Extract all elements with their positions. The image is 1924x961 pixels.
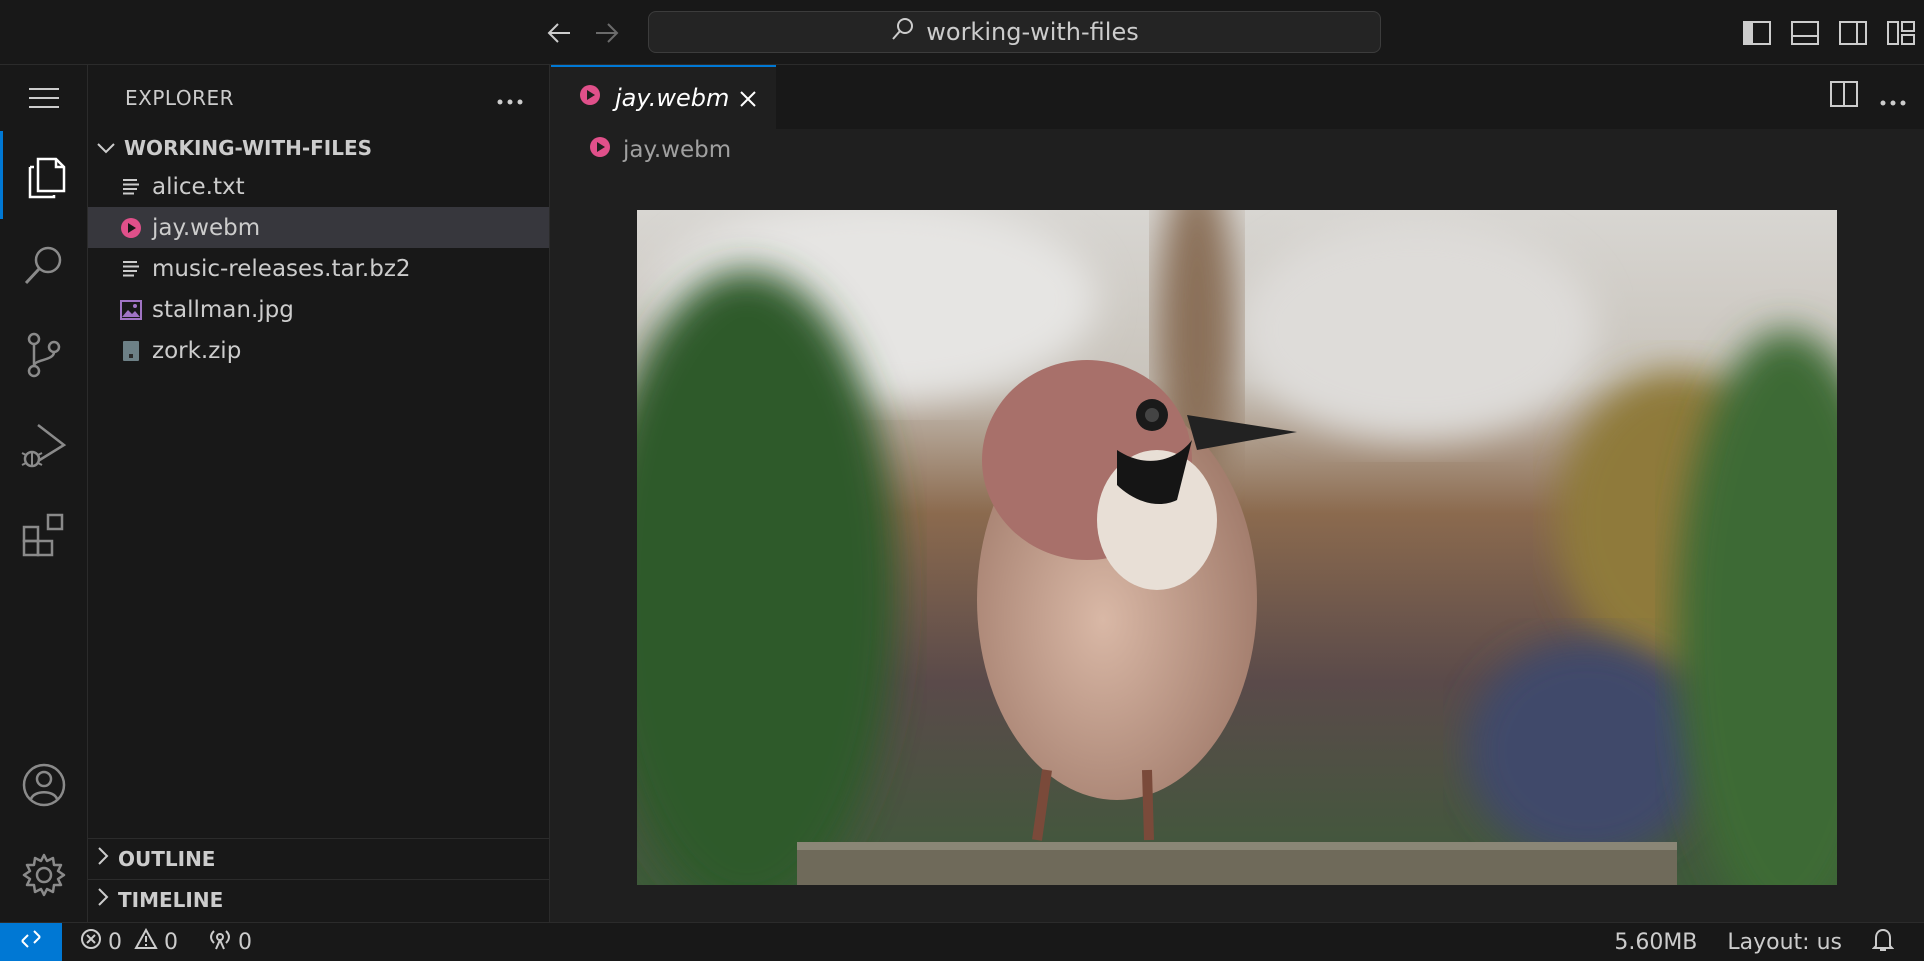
broadcast-icon <box>208 928 232 956</box>
tab-bar: jay.webm <box>551 65 1924 129</box>
file-item-zork[interactable]: zork.zip <box>88 330 549 371</box>
command-center-search[interactable]: working-with-files <box>648 11 1381 53</box>
file-item-stallman[interactable]: stallman.jpg <box>88 289 549 330</box>
search-icon[interactable] <box>0 221 88 309</box>
outline-label: OUTLINE <box>118 846 216 871</box>
breadcrumb[interactable]: jay.webm <box>551 129 1924 171</box>
toggle-secondary-sidebar-icon[interactable] <box>1836 16 1870 50</box>
error-count: 0 <box>108 929 122 955</box>
ports-count: 0 <box>238 929 252 955</box>
toggle-panel-icon[interactable] <box>1788 16 1822 50</box>
status-bar: 0 0 0 5.60MB Layout: us <box>0 922 1924 961</box>
warning-count: 0 <box>164 929 178 955</box>
menu-icon[interactable] <box>0 65 88 130</box>
warning-icon <box>134 927 158 956</box>
file-name: stallman.jpg <box>152 296 294 323</box>
remote-icon <box>20 929 42 955</box>
outline-section-header[interactable]: OUTLINE <box>88 838 550 878</box>
activity-bar <box>0 65 88 922</box>
title-bar: working-with-files <box>0 0 1924 65</box>
zip-file-icon <box>120 340 142 362</box>
video-file-icon <box>120 217 142 239</box>
customize-layout-icon[interactable] <box>1884 16 1918 50</box>
file-name: music-releases.tar.bz2 <box>152 255 411 282</box>
file-name: zork.zip <box>152 337 242 364</box>
more-actions-icon[interactable] <box>497 86 523 110</box>
back-arrow-icon[interactable] <box>544 18 574 48</box>
file-name: alice.txt <box>152 173 245 200</box>
video-file-icon <box>589 136 611 164</box>
file-item-music-releases[interactable]: music-releases.tar.bz2 <box>88 248 549 289</box>
explorer-sidebar: EXPLORER WORKING-WITH-FILES alice.txt ja… <box>88 65 550 922</box>
breadcrumb-label: jay.webm <box>623 137 732 163</box>
text-file-icon <box>120 176 142 198</box>
more-actions-icon[interactable] <box>1880 81 1906 111</box>
toggle-primary-sidebar-icon[interactable] <box>1740 16 1774 50</box>
video-file-icon <box>579 84 601 112</box>
account-icon[interactable] <box>0 741 88 829</box>
bell-icon[interactable] <box>1871 928 1895 958</box>
chevron-right-icon <box>96 846 110 871</box>
tab-jay-webm[interactable]: jay.webm <box>551 65 776 129</box>
chevron-right-icon <box>96 887 110 912</box>
extensions-icon[interactable] <box>0 491 88 579</box>
remote-indicator[interactable] <box>0 922 62 961</box>
file-item-jay[interactable]: jay.webm <box>88 207 549 248</box>
sidebar-title: EXPLORER <box>125 85 234 110</box>
editor-area: jay.webm jay.webm <box>551 65 1924 922</box>
split-editor-icon[interactable] <box>1830 81 1858 111</box>
search-icon <box>890 16 916 48</box>
problems-indicator[interactable]: 0 0 <box>80 927 178 956</box>
video-preview[interactable] <box>637 210 1837 885</box>
forward-arrow-icon[interactable] <box>592 18 622 48</box>
explorer-icon[interactable] <box>0 131 88 219</box>
run-debug-icon[interactable] <box>0 401 88 489</box>
command-center-label: working-with-files <box>926 18 1139 46</box>
keyboard-layout[interactable]: Layout: us <box>1727 930 1842 955</box>
ports-indicator[interactable]: 0 <box>208 928 252 956</box>
text-file-icon <box>120 258 142 280</box>
image-file-icon <box>120 299 142 321</box>
folder-name: WORKING-WITH-FILES <box>124 136 373 160</box>
close-icon[interactable] <box>734 85 762 113</box>
file-item-alice[interactable]: alice.txt <box>88 166 549 207</box>
chevron-down-icon <box>96 136 116 160</box>
timeline-section-header[interactable]: TIMELINE <box>88 879 550 919</box>
error-icon <box>80 928 102 956</box>
gear-icon[interactable] <box>0 831 88 919</box>
timeline-label: TIMELINE <box>118 887 224 912</box>
file-size: 5.60MB <box>1614 930 1698 955</box>
tab-label: jay.webm <box>615 84 730 112</box>
source-control-icon[interactable] <box>0 311 88 399</box>
folder-section-header[interactable]: WORKING-WITH-FILES <box>88 130 549 166</box>
file-name: jay.webm <box>152 214 261 241</box>
